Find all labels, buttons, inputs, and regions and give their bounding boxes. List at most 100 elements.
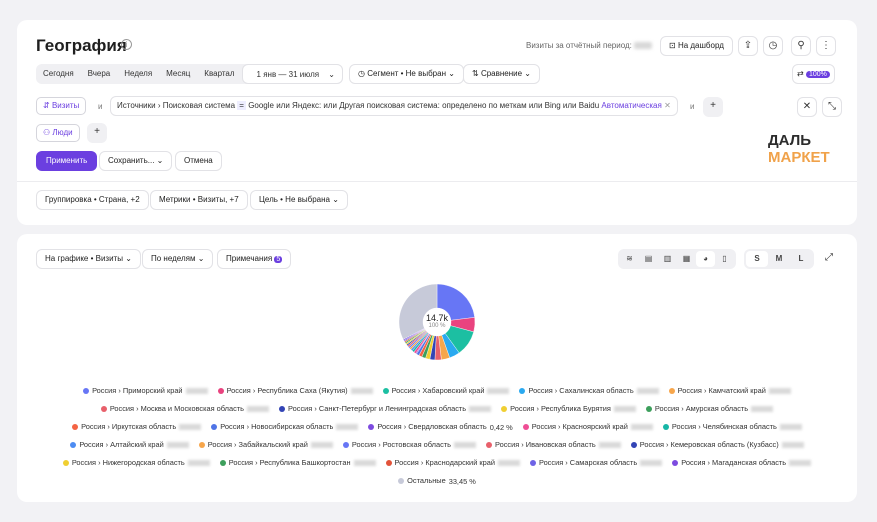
legend-item[interactable]: Россия › Челябинская область xyxy=(662,422,802,431)
legend-dot xyxy=(219,460,226,467)
legend-item[interactable]: Остальные 33,45 % xyxy=(398,476,476,486)
add-condition-icon[interactable]: + xyxy=(703,97,723,117)
date-range-picker[interactable]: 1 янв — 31 июля ⌄ xyxy=(241,64,343,84)
period-week[interactable]: Неделя xyxy=(117,64,159,84)
dashboard-icon: ⊡ xyxy=(669,41,676,50)
legend-item[interactable]: Россия › Хабаровский край xyxy=(382,386,510,395)
legend-item[interactable]: Россия › Амурская область xyxy=(645,404,774,413)
visits-chip[interactable]: ⇵ Визиты xyxy=(36,97,87,115)
size-s[interactable]: S xyxy=(746,251,768,267)
more-icon[interactable]: ⋮ xyxy=(816,36,836,56)
info-icon[interactable]: i xyxy=(121,39,132,50)
legend-item[interactable]: Россия › Алтайский край xyxy=(70,440,189,449)
legend-item[interactable]: Россия › Республика Бурятия xyxy=(501,404,636,413)
clear-filters-icon[interactable]: ✕ xyxy=(797,97,817,117)
legend-item[interactable]: Россия › Свердловская область 0,42 % xyxy=(368,422,513,432)
size-m[interactable]: M xyxy=(768,251,790,267)
link-icon[interactable]: ⚲ xyxy=(791,36,811,56)
line-chart-icon[interactable]: ≋ xyxy=(620,251,639,267)
legend-item[interactable]: Россия › Ивановская область xyxy=(486,440,621,449)
add-to-dashboard-button[interactable]: ⊡ На дашборд xyxy=(660,36,733,56)
legend-label: Остальные xyxy=(407,476,446,485)
legend-dot xyxy=(385,460,392,467)
legend-item[interactable]: Россия › Санкт-Петербург и Ленинградская… xyxy=(279,404,492,413)
collapse-icon[interactable]: ⤡ xyxy=(822,97,842,117)
apply-button[interactable]: Применить xyxy=(36,151,98,171)
visits-period-label: Визиты за отчётный период: xyxy=(526,41,653,50)
add-people-filter-icon[interactable]: + xyxy=(87,123,107,143)
people-chip[interactable]: ⚇ Люди xyxy=(36,124,80,142)
chart-metric-selector[interactable]: На графике • Визиты ⌄ xyxy=(36,249,141,269)
legend-label: Россия › Москва и Московская область xyxy=(109,404,245,413)
legend-item[interactable]: Россия › Магаданская область xyxy=(672,458,812,467)
cancel-button[interactable]: Отмена xyxy=(175,151,222,171)
legend-dot xyxy=(486,442,492,449)
person-icon: ⚇ xyxy=(43,128,51,137)
legend-item[interactable]: Россия › Камчатский край xyxy=(668,386,791,395)
legend-row: Россия › Иркутская область Россия › Новос… xyxy=(17,422,857,432)
pie-chart-icon[interactable]: ◕ xyxy=(696,251,715,267)
search-engine-filter[interactable]: Источники › Поисковая система = Google и… xyxy=(110,96,678,116)
legend-dot xyxy=(70,442,77,449)
legend-value-hidden xyxy=(487,388,510,395)
legend-item[interactable]: Россия › Новосибирская область xyxy=(211,422,359,431)
pie-total: 14.7k xyxy=(425,313,449,323)
comparison-selector[interactable]: ⇅ Сравнение ⌄ xyxy=(463,64,541,84)
legend-item[interactable]: Россия › Красноярский край xyxy=(522,422,653,431)
detail-selector[interactable]: По неделям ⌄ xyxy=(142,249,214,269)
notes-button[interactable]: Примечания 5 xyxy=(217,249,292,269)
table-chart-icon[interactable]: ▤ xyxy=(639,251,658,267)
save-button[interactable]: Сохранить... ⌄ xyxy=(99,151,173,171)
legend-item[interactable]: Россия › Краснодарский край xyxy=(385,458,520,467)
period-today[interactable]: Сегодня xyxy=(36,64,81,84)
export-icon[interactable]: ⇪ xyxy=(738,36,758,56)
legend-item[interactable]: Россия › Москва и Московская область xyxy=(100,404,270,413)
goal-selector[interactable]: Цель • Не выбрана ⌄ xyxy=(250,190,348,210)
legend-row: Россия › Москва и Московская область Росс… xyxy=(17,404,857,413)
legend-dot xyxy=(198,442,205,449)
period-month[interactable]: Месяц xyxy=(159,64,197,84)
expand-chart-icon[interactable]: ⤢ xyxy=(819,249,839,269)
legend-label: Россия › Сахалинская область xyxy=(528,386,634,395)
remove-filter-icon[interactable]: ✕ xyxy=(664,101,671,110)
legend-row: Россия › Приморский край Россия › Республ… xyxy=(17,386,857,395)
legend-item[interactable]: Россия › Кемеровская область (Кузбасс) xyxy=(630,440,804,449)
legend-dot xyxy=(522,424,529,431)
size-l[interactable]: L xyxy=(790,251,812,267)
legend-item[interactable]: Россия › Иркутская область xyxy=(72,422,202,431)
period-quarter[interactable]: Квартал xyxy=(197,64,241,84)
legend-item[interactable]: Россия › Забайкальский край xyxy=(198,440,333,449)
legend-item[interactable]: Россия › Республика Саха (Якутия) xyxy=(217,386,373,395)
legend-item[interactable]: Россия › Республика Башкортостан xyxy=(219,458,376,467)
legend-value-hidden xyxy=(166,442,189,449)
legend-item[interactable]: Россия › Приморский край xyxy=(83,386,208,395)
legend-row: Остальные 33,45 % xyxy=(17,476,857,486)
legend-item[interactable]: Россия › Нижегородская область xyxy=(62,458,210,467)
sampling-toggle[interactable]: ⇄ 100% xyxy=(792,64,835,84)
legend-label: Россия › Республика Бурятия xyxy=(510,404,611,413)
history-icon[interactable]: ◷ xyxy=(763,36,783,56)
legend-item[interactable]: Россия › Самарская область xyxy=(529,458,663,467)
legend-value-hidden xyxy=(613,406,636,413)
stacked-chart-icon[interactable]: ▦ xyxy=(677,251,696,267)
segment-selector[interactable]: ◷ Сегмент • Не выбран ⌄ xyxy=(349,64,464,84)
legend-value-hidden xyxy=(310,442,333,449)
dalmarket-logo: ДАЛЬ МАРКЕТ xyxy=(768,132,830,166)
bar-chart-icon[interactable]: ▥ xyxy=(658,251,677,267)
column-chart-icon[interactable]: ▯ xyxy=(715,251,734,267)
legend-dot xyxy=(382,388,389,395)
grouping-selector[interactable]: Группировка • Страна, +2 xyxy=(36,190,149,210)
legend-item[interactable]: Россия › Сахалинская область xyxy=(519,386,659,395)
auto-label: Автоматическая xyxy=(601,101,662,110)
legend-dot xyxy=(672,460,679,467)
legend-dot xyxy=(501,406,508,413)
legend-item[interactable]: Россия › Ростовская область xyxy=(342,440,476,449)
clock-icon: ◷ xyxy=(358,69,365,78)
period-yesterday[interactable]: Вчера xyxy=(81,64,118,84)
legend-label: Россия › Свердловская область xyxy=(377,422,487,431)
legend-label: Россия › Магаданская область xyxy=(681,458,787,467)
legend-dot xyxy=(398,478,405,485)
metrics-selector[interactable]: Метрики • Визиты, +7 xyxy=(150,190,248,210)
legend-label: Россия › Приморский край xyxy=(92,386,183,395)
filter-operator: = xyxy=(237,101,246,110)
